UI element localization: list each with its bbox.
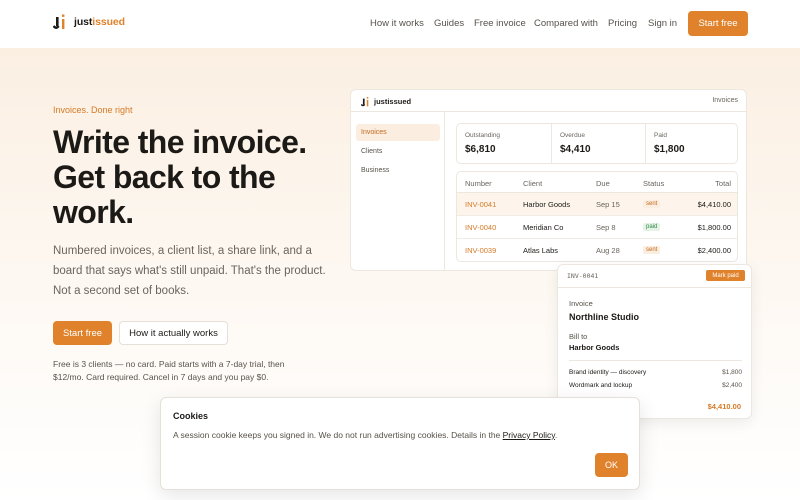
col-client[interactable]: Client xyxy=(523,179,542,188)
app-sidebar: Invoices Clients Business xyxy=(351,112,445,270)
stat-outstanding: Outstanding $6,810 xyxy=(457,124,551,163)
nav-sign-in[interactable]: Sign in xyxy=(648,18,677,29)
app-topbar: justissued Invoices xyxy=(351,90,746,112)
invoice-total: $1,800.00 xyxy=(697,223,731,232)
col-status[interactable]: Status xyxy=(643,179,664,188)
col-due[interactable]: Due xyxy=(596,179,610,188)
app-preview: justissued Invoices Invoices Clients Bus… xyxy=(350,89,747,271)
cookie-ok-button[interactable]: OK xyxy=(595,453,628,477)
invoice-total-amount: $4,410.00 xyxy=(707,402,741,411)
invoice-due: Sep 8 xyxy=(596,223,616,232)
stat-value: $4,410 xyxy=(560,144,591,155)
line-item-amount: $2,400 xyxy=(722,382,742,389)
stat-value: $1,800 xyxy=(654,144,685,155)
line-item-amount: $1,800 xyxy=(722,369,742,376)
invoice-label: Invoice xyxy=(569,299,593,308)
cookie-banner: Cookies A session cookie keeps you signe… xyxy=(160,397,640,490)
app-logo: justissued xyxy=(361,96,411,107)
invoice-due: Aug 28 xyxy=(596,246,620,255)
headline-line-3: work. xyxy=(53,194,134,230)
table-row[interactable]: INV-0041 Harbor Goods Sep 15 sent $4,410… xyxy=(457,193,737,216)
pricing-note: Free is 3 clients — no card. Paid starts… xyxy=(53,359,285,382)
stats-panel: Outstanding $6,810 Overdue $4,410 Paid $… xyxy=(456,123,738,164)
logo[interactable]: justissued xyxy=(53,13,125,30)
stat-paid: Paid $1,800 xyxy=(645,124,739,163)
status-badge: paid xyxy=(643,223,661,231)
hero-start-free-button[interactable]: Start free xyxy=(53,321,112,345)
invoice-number[interactable]: INV-0040 xyxy=(465,223,496,232)
invoice-id: INV-0041 xyxy=(567,272,599,280)
bill-to-client: Harbor Goods xyxy=(569,343,620,352)
line-item: Brand identity — discovery $1,800 xyxy=(569,369,742,376)
invoice-client: Atlas Labs xyxy=(523,246,559,255)
site-header: justissued How it works Guides Free invo… xyxy=(0,0,800,48)
cookie-text: A session cookie keeps you signed in. We… xyxy=(173,430,557,440)
sidebar-item-invoices[interactable]: Invoices xyxy=(356,124,440,141)
hero-headline: Write the invoice. Get back to the work. xyxy=(53,125,353,230)
hero-subtitle: Numbered invoices, a client list, a shar… xyxy=(53,245,326,297)
logo-mark-icon xyxy=(53,14,65,29)
invoice-number[interactable]: INV-0039 xyxy=(465,246,496,255)
invoice-client: Harbor Goods xyxy=(523,200,571,209)
status-badge: sent xyxy=(643,246,661,254)
line-item: Wordmark and lockup $2,400 xyxy=(569,382,742,389)
app-section-title: Invoices xyxy=(712,97,738,104)
stat-value: $6,810 xyxy=(465,144,496,155)
stat-label: Outstanding xyxy=(465,132,501,139)
stat-label: Overdue xyxy=(560,132,585,139)
col-total[interactable]: Total xyxy=(715,179,731,188)
mark-paid-button[interactable]: Mark paid xyxy=(706,270,745,281)
divider xyxy=(558,287,751,288)
headline-line-2: Get back to the xyxy=(53,159,276,195)
invoice-number[interactable]: INV-0041 xyxy=(465,200,496,209)
invoice-client: Meridian Co xyxy=(523,223,564,232)
app-brand-name: justissued xyxy=(374,97,412,106)
invoice-detail-card: INV-0041 Mark paid Invoice Northline Stu… xyxy=(557,264,752,419)
nav-compared-with[interactable]: Compared with xyxy=(534,18,598,29)
logo-wordmark: justissued xyxy=(74,15,125,28)
stat-overdue: Overdue $4,410 xyxy=(551,124,645,163)
hero-how-it-works-button[interactable]: How it actually works xyxy=(119,321,228,345)
line-item-desc: Brand identity — discovery xyxy=(569,369,647,376)
app-logo-mark-icon xyxy=(361,97,369,107)
status-badge: sent xyxy=(643,200,661,208)
invoice-from: Northline Studio xyxy=(569,312,639,322)
nav-pricing[interactable]: Pricing xyxy=(608,18,637,29)
sidebar-item-business[interactable]: Business xyxy=(356,162,440,179)
bill-to-label: Bill to xyxy=(569,332,588,341)
nav-how-it-works[interactable]: How it works xyxy=(370,18,424,29)
table-row[interactable]: INV-0040 Meridian Co Sep 8 paid $1,800.0… xyxy=(457,216,737,239)
line-item-desc: Wordmark and lockup xyxy=(569,382,633,389)
nav-free-invoice[interactable]: Free invoice xyxy=(474,18,526,29)
cookie-text-end: . xyxy=(554,430,558,440)
invoice-total: $2,400.00 xyxy=(697,246,731,255)
divider xyxy=(569,360,742,361)
cookie-text-body: A session cookie keeps you signed in. We… xyxy=(173,430,503,440)
table-header: Number Client Due Status Total xyxy=(457,172,737,193)
nav-guides[interactable]: Guides xyxy=(434,18,464,29)
table-row[interactable]: INV-0039 Atlas Labs Aug 28 sent $2,400.0… xyxy=(457,239,737,261)
invoice-due: Sep 15 xyxy=(596,200,620,209)
col-number[interactable]: Number xyxy=(465,179,492,188)
cookie-title: Cookies xyxy=(173,411,209,421)
hero-eyebrow: Invoices. Done right xyxy=(53,105,133,115)
sidebar-item-clients[interactable]: Clients xyxy=(356,143,440,160)
privacy-policy-link[interactable]: Privacy Policy xyxy=(503,430,555,440)
invoice-table: Number Client Due Status Total INV-0041 … xyxy=(456,171,738,262)
stat-label: Paid xyxy=(654,132,668,139)
invoice-total: $4,410.00 xyxy=(697,200,731,209)
headline-line-1: Write the invoice. xyxy=(53,124,307,160)
nav-start-free-button[interactable]: Start free xyxy=(688,11,748,36)
